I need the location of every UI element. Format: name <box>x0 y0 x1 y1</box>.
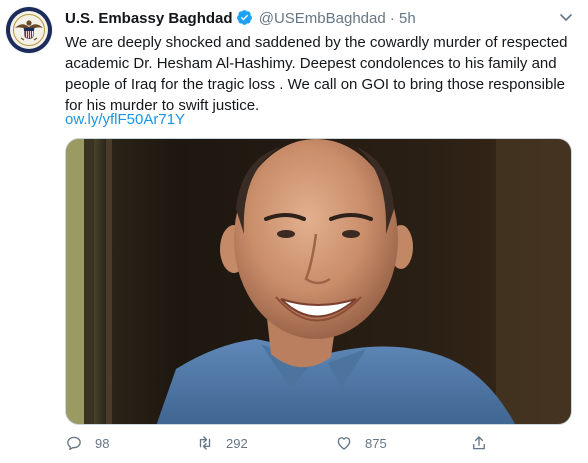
retweet-count: 292 <box>226 435 248 451</box>
like-count: 875 <box>365 435 387 451</box>
embassy-seal-icon <box>6 7 52 53</box>
timestamp[interactable]: 5h <box>399 10 416 27</box>
avatar[interactable] <box>5 6 53 54</box>
share-button[interactable] <box>470 432 488 454</box>
like-button[interactable]: 875 <box>335 432 387 454</box>
tweet-actions: 98 292 875 <box>0 430 588 456</box>
separator-dot: · <box>389 10 395 27</box>
tweet-photo[interactable] <box>65 138 572 425</box>
like-icon <box>337 437 351 450</box>
portrait-image <box>66 139 571 424</box>
handle[interactable]: @USEmbBaghdad <box>259 10 386 27</box>
reply-count: 98 <box>95 435 110 451</box>
reply-icon <box>67 436 81 451</box>
retweet-button[interactable]: 292 <box>196 432 248 454</box>
display-name[interactable]: U.S. Embassy Baghdad <box>65 10 233 27</box>
retweet-icon <box>199 436 211 450</box>
tweet-link[interactable]: ow.ly/yflF50Ar71Y <box>65 110 185 130</box>
reply-button[interactable]: 98 <box>65 432 109 454</box>
verified-badge-icon <box>236 9 253 31</box>
tweet-text: We are deeply shocked and saddened by th… <box>65 34 568 114</box>
tweet: U.S. Embassy Baghdad @USEmbBaghdad · 5h … <box>0 0 588 463</box>
share-icon <box>473 436 485 450</box>
chevron-down-icon[interactable] <box>558 9 574 25</box>
tweet-header: U.S. Embassy Baghdad @USEmbBaghdad · 5h <box>65 9 416 31</box>
